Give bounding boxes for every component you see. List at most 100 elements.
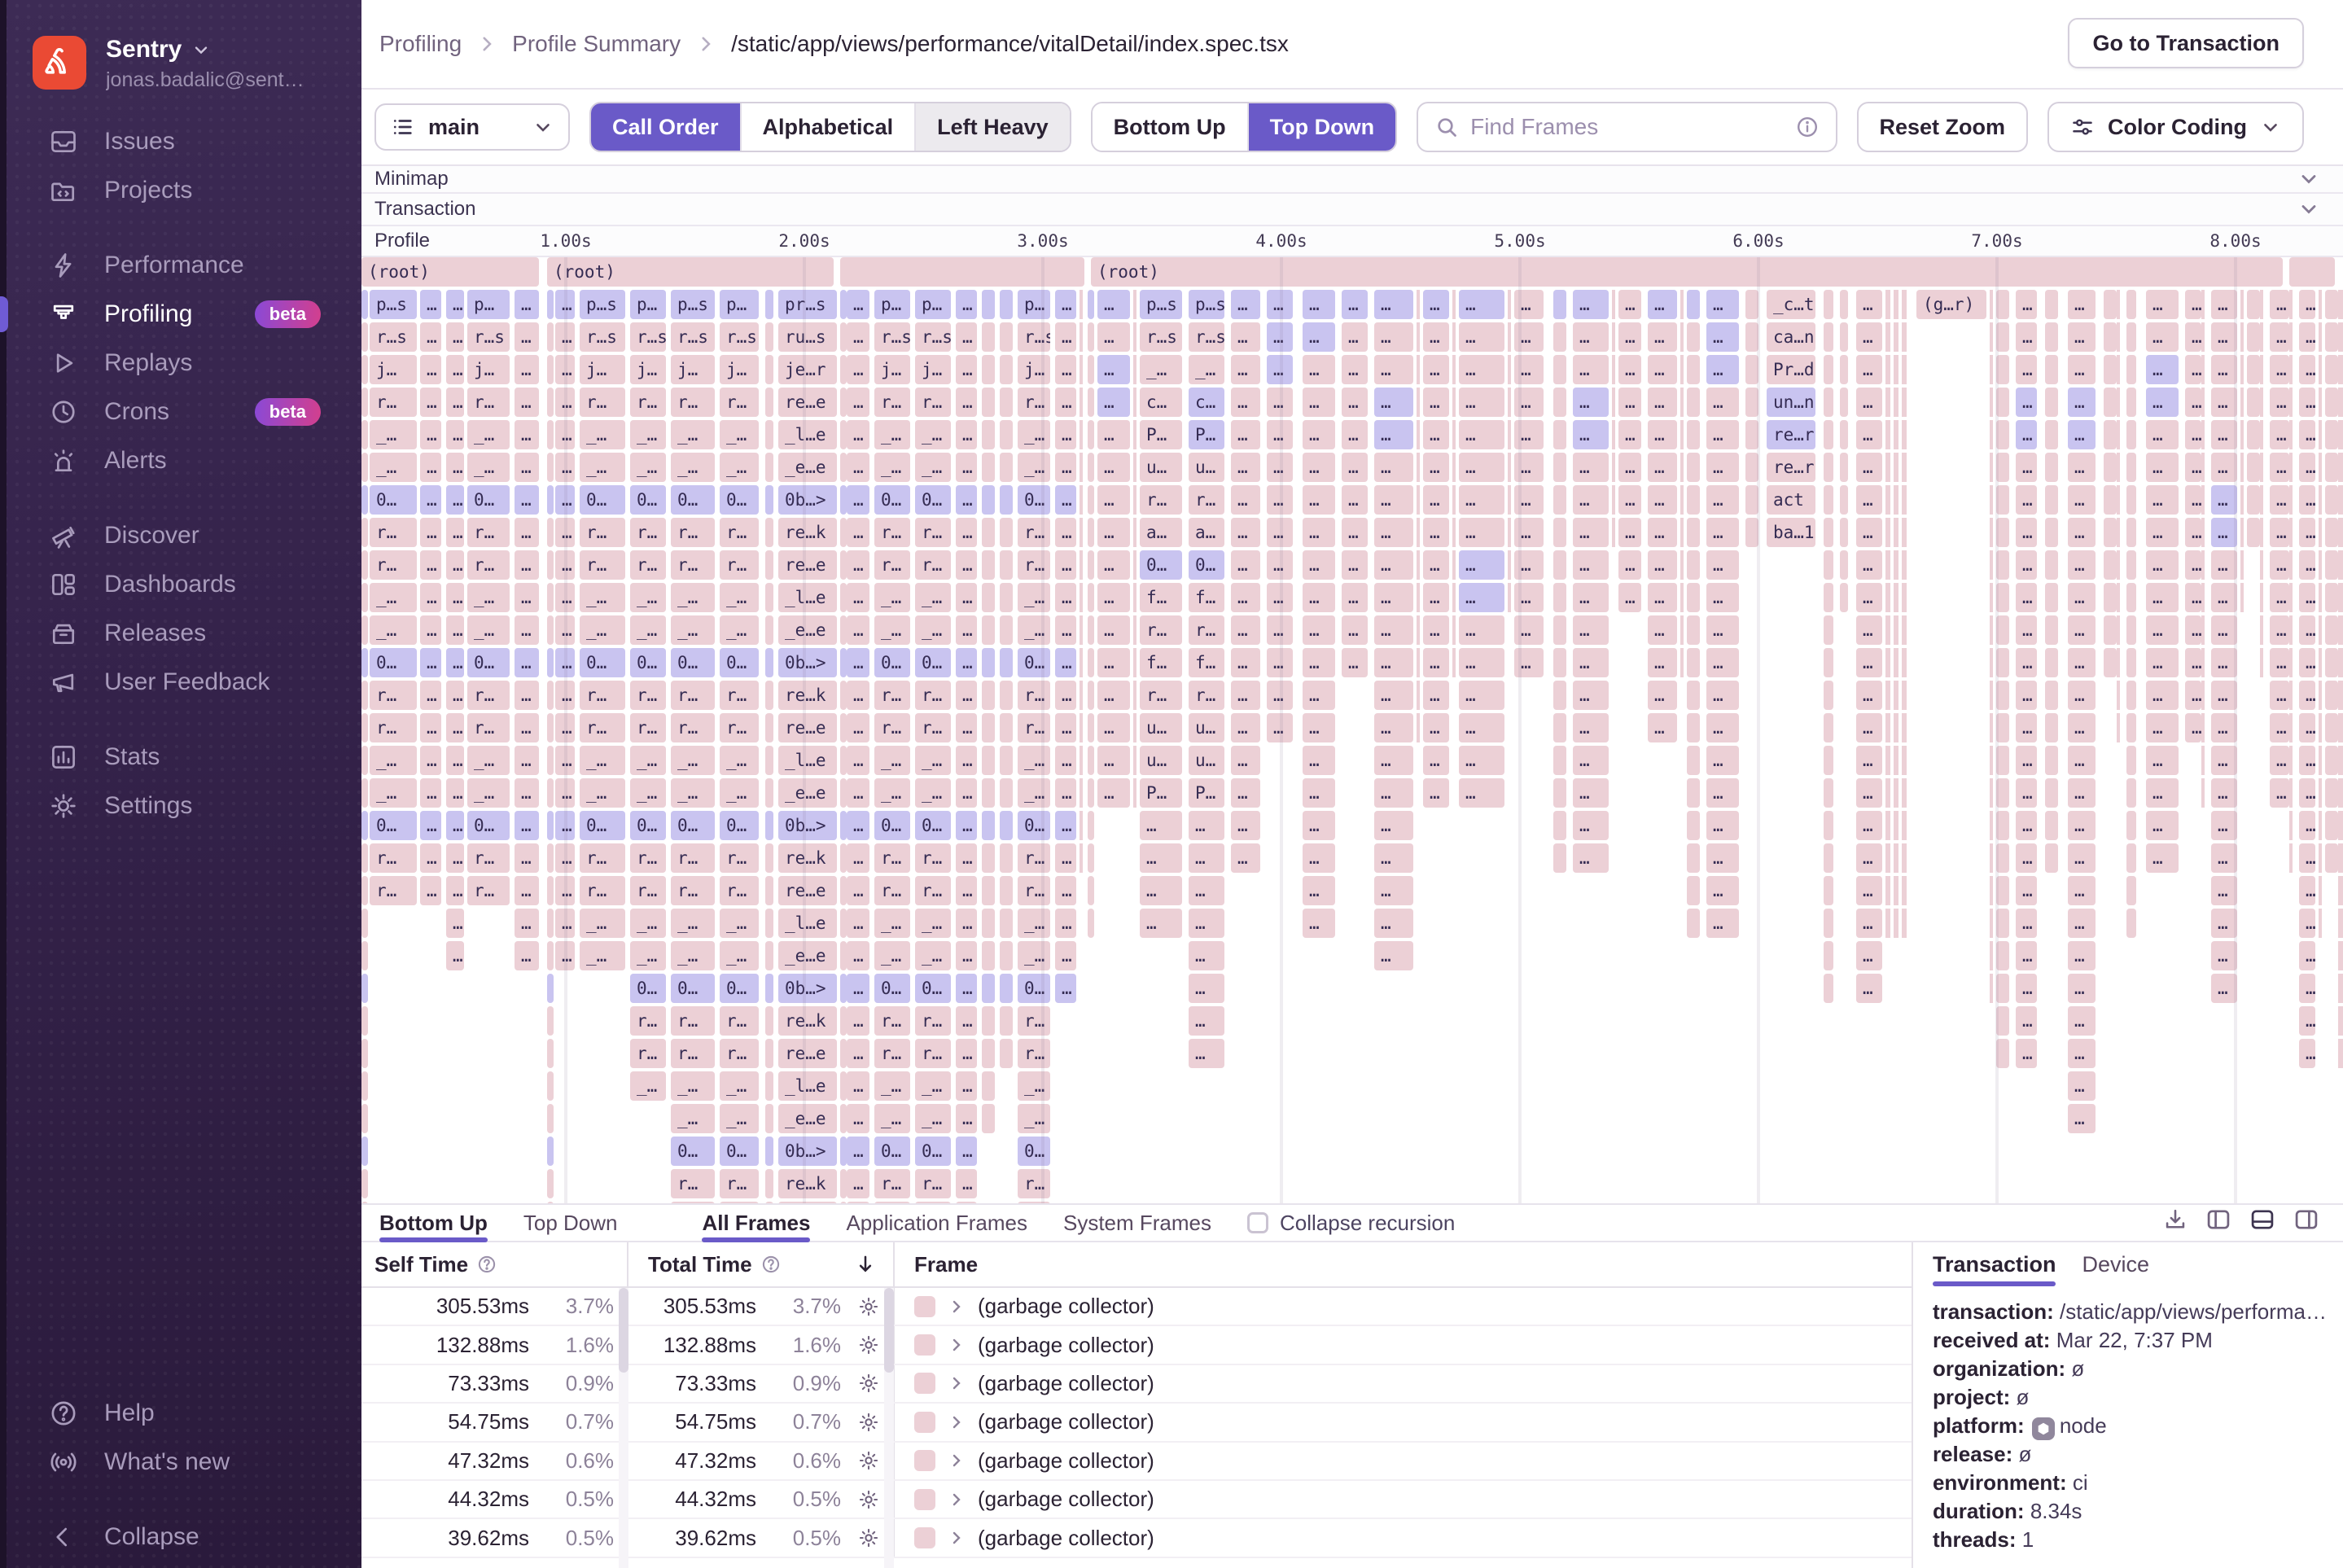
flame-frame[interactable] — [840, 518, 847, 547]
expand-chevron-icon[interactable] — [947, 1528, 966, 1548]
flame-frame[interactable]: ru…s — [778, 322, 837, 352]
flame-frame[interactable]: r…s — [671, 322, 715, 352]
flame-frame[interactable] — [1687, 550, 1700, 580]
flame-frame[interactable] — [1000, 453, 1013, 482]
flame-frame-sliver[interactable] — [2338, 290, 2343, 1068]
flame-frame[interactable]: … — [1618, 485, 1641, 515]
flame-frame[interactable] — [1553, 615, 1566, 645]
flame-frame[interactable] — [765, 778, 773, 808]
flame-frame[interactable]: re…k — [778, 681, 837, 710]
flame-frame[interactable]: … — [1573, 290, 1609, 319]
flame-frame[interactable] — [840, 615, 847, 645]
flame-frame[interactable]: _… — [720, 453, 759, 482]
flame-frame[interactable]: … — [1097, 322, 1130, 352]
flame-frame[interactable]: r… — [630, 518, 666, 547]
flame-frame[interactable]: … — [1573, 355, 1609, 384]
flame-frame[interactable] — [765, 811, 773, 840]
flame-frame[interactable]: … — [1055, 974, 1076, 1003]
flame-frame[interactable] — [2104, 518, 2117, 547]
flame-frame[interactable]: 0… — [915, 1137, 951, 1166]
flame-frame[interactable]: _… — [580, 453, 625, 482]
flame-frame[interactable]: … — [1706, 355, 1739, 384]
flame-frame[interactable]: r… — [580, 713, 625, 742]
flame-frame[interactable]: 0… — [874, 1137, 910, 1166]
flame-frame[interactable]: act — [1767, 485, 1815, 515]
flame-frame[interactable]: _… — [580, 420, 625, 449]
flame-frame[interactable]: … — [2299, 1006, 2315, 1036]
flame-frame[interactable]: … — [1856, 322, 1882, 352]
flame-frame[interactable]: … — [1856, 355, 1882, 384]
flame-frame[interactable]: r… — [1018, 713, 1050, 742]
flame-frame[interactable] — [547, 518, 554, 547]
flame-frame[interactable] — [1088, 485, 1094, 515]
flame-frame[interactable] — [2126, 876, 2136, 905]
flame-frame[interactable]: … — [1573, 518, 1609, 547]
flame-frame[interactable] — [1824, 681, 1833, 710]
flame-frame[interactable]: r… — [874, 843, 910, 873]
flame-frame[interactable] — [2126, 811, 2136, 840]
flame-frame[interactable]: … — [446, 355, 464, 384]
flame-frame[interactable]: re…k — [778, 1006, 837, 1036]
flame-frame[interactable]: … — [1303, 290, 1335, 319]
layout-bottom-icon[interactable] — [2249, 1206, 2276, 1240]
flame-frame[interactable] — [1824, 485, 1833, 515]
flame-frame[interactable]: … — [2146, 583, 2179, 612]
flame-frame[interactable]: u… — [1189, 713, 1224, 742]
flame-frame[interactable]: … — [1097, 420, 1130, 449]
flame-frame[interactable] — [547, 290, 554, 319]
flame-frame[interactable] — [1840, 355, 1848, 384]
flame-frame[interactable]: _… — [370, 615, 417, 645]
layout-left-icon[interactable] — [2205, 1206, 2232, 1240]
flame-frame[interactable]: … — [956, 909, 977, 938]
flame-frame[interactable]: _… — [1018, 941, 1050, 970]
flame-frame[interactable]: … — [1189, 876, 1224, 905]
flame-frame[interactable] — [1553, 420, 1566, 449]
flame-frame[interactable]: 0… — [720, 811, 759, 840]
gear-icon[interactable] — [841, 1526, 880, 1549]
flame-frame[interactable]: _… — [1018, 420, 1050, 449]
flame-frame[interactable]: _l…e — [778, 746, 837, 775]
details-tab-device[interactable]: Device — [2082, 1242, 2149, 1286]
flamegraph-canvas[interactable]: (root)(root)(root)p…sr…sj…r…_…_…0…r…r…_…… — [361, 257, 2343, 1203]
flame-frame[interactable]: … — [1055, 909, 1076, 938]
flame-frame[interactable]: re…k — [778, 843, 837, 873]
flame-frame[interactable] — [361, 518, 368, 547]
flame-frame[interactable]: … — [1140, 909, 1182, 938]
flame-frame[interactable]: … — [847, 746, 869, 775]
flame-frame-sliver[interactable] — [1080, 290, 1083, 873]
flame-frame[interactable] — [1824, 713, 1833, 742]
flame-frame[interactable]: r…s — [370, 322, 417, 352]
flame-frame[interactable]: 0b…> — [778, 811, 837, 840]
flame-frame[interactable]: … — [1856, 681, 1882, 710]
flame-frame[interactable]: … — [2270, 322, 2289, 352]
flame-frame[interactable]: … — [956, 1006, 977, 1036]
flame-frame[interactable]: … — [847, 811, 869, 840]
flame-frame[interactable] — [2045, 843, 2058, 873]
flame-frame[interactable]: 0… — [1018, 648, 1050, 677]
flame-frame[interactable] — [2325, 518, 2338, 547]
flame-frame[interactable]: … — [2146, 615, 2179, 645]
flame-frame[interactable]: … — [847, 681, 869, 710]
flame-frame[interactable] — [361, 1039, 368, 1068]
flame-frame[interactable]: _l…e — [778, 420, 837, 449]
flame-frame[interactable]: r… — [467, 681, 510, 710]
flame-frame[interactable]: _… — [630, 1071, 666, 1101]
flame-frame[interactable]: … — [1573, 550, 1609, 580]
flame-frame[interactable]: … — [1097, 778, 1130, 808]
flame-frame[interactable] — [2104, 485, 2117, 515]
flame-frame[interactable] — [1824, 876, 1833, 905]
flame-frame[interactable]: … — [515, 648, 539, 677]
flame-frame[interactable] — [1840, 388, 1848, 417]
flame-frame[interactable] — [1000, 713, 1013, 742]
flame-frame[interactable]: … — [1374, 615, 1413, 645]
flame-frame[interactable]: … — [1097, 713, 1130, 742]
flame-frame[interactable] — [361, 550, 368, 580]
sort-option-call-order[interactable]: Call Order — [591, 103, 742, 151]
flame-frame[interactable]: 0b…> — [778, 974, 837, 1003]
flame-frame[interactable]: … — [1573, 843, 1609, 873]
flame-frame[interactable]: … — [2146, 713, 2179, 742]
flame-frame[interactable]: … — [446, 518, 464, 547]
flame-frame[interactable]: r… — [671, 518, 715, 547]
flame-frame[interactable] — [1840, 550, 1848, 580]
flame-frame[interactable] — [765, 1039, 773, 1068]
